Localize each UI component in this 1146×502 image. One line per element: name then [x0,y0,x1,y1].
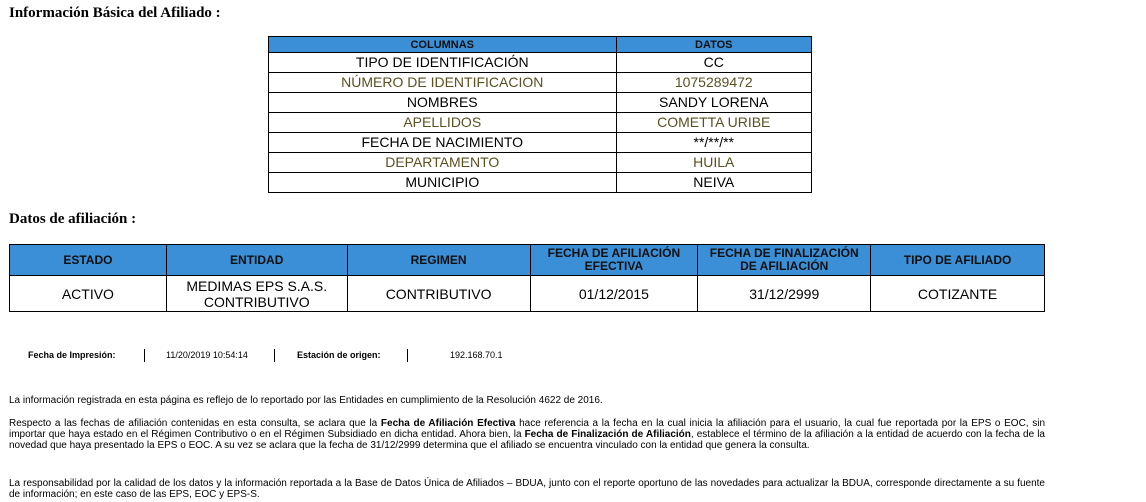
affiliation-header-row: ESTADO ENTIDAD REGIMEN FECHA DE AFILIACI… [9,244,1045,276]
basic-header-row: COLUMNAS DATOS [268,36,813,53]
field-label: MUNICIPIO [268,172,617,193]
field-label: APELLIDOS [268,112,617,133]
field-label: NÚMERO DE IDENTIFICACION [268,72,617,93]
footer-bold-term: Fecha de Finalización de Afiliación [524,429,691,440]
field-value: COMETTA URIBE [615,112,813,133]
print-date-label: Fecha de Impresión: [28,350,116,360]
fecha-afiliacion-cell: 01/12/2015 [529,275,699,312]
field-value: HUILA [615,152,813,173]
table-row: TIPO DE IDENTIFICACIÓN CC [268,52,813,73]
fecha-finalizacion-cell: 31/12/2999 [697,275,872,312]
divider [144,349,145,362]
col-header-fecha-afiliacion: FECHA DE AFILIACIÓN EFECTIVA [529,244,699,276]
tipo-afiliado-cell: COTIZANTE [870,275,1045,312]
field-value: 1075289472 [615,72,813,93]
footer-text: Respecto a las fechas de afiliación cont… [9,418,381,429]
col-header-fecha-finalizacion: FECHA DE FINALIZACIÓN DE AFILIACIÓN [697,244,872,276]
footer-note-dates: Respecto a las fechas de afiliación cont… [9,418,1045,451]
station-value: 192.168.70.1 [450,350,503,360]
basic-info-title: Información Básica del Afiliado : [9,5,221,21]
divider [274,349,275,362]
field-value: **/**/** [615,132,813,153]
footer-bold-term: Fecha de Afiliación Efectiva [380,418,516,429]
col-header-regimen: REGIMEN [346,244,531,276]
field-label: NOMBRES [268,92,617,113]
station-label: Estación de origen: [297,350,381,360]
print-date-value: 11/20/2019 10:54:14 [166,350,248,360]
field-value: SANDY LORENA [615,92,813,113]
field-value: CC [615,52,813,73]
table-row: MUNICIPIO NEIVA [268,172,813,193]
col-header-columnas: COLUMNAS [268,36,617,53]
field-label: TIPO DE IDENTIFICACIÓN [268,52,617,73]
field-label: DEPARTAMENTO [268,152,617,173]
regimen-cell: CONTRIBUTIVO [346,275,531,312]
table-row: FECHA DE NACIMIENTO **/**/** [268,132,813,153]
entidad-cell: MEDIMAS EPS S.A.S. CONTRIBUTIVO [165,275,348,312]
estado-cell: ACTIVO [9,275,167,312]
table-row: NOMBRES SANDY LORENA [268,92,813,113]
affiliation-title: Datos de afiliación : [9,211,137,227]
divider [407,349,408,362]
col-header-entidad: ENTIDAD [165,244,348,276]
table-row: APELLIDOS COMETTA URIBE [268,112,813,133]
basic-info-table: COLUMNAS DATOS TIPO DE IDENTIFICACIÓN CC… [268,36,813,193]
footer-note-responsibility: La responsabilidad por la calidad de los… [9,478,1045,500]
table-row: DEPARTAMENTO HUILA [268,152,813,173]
field-value: NEIVA [615,172,813,193]
col-header-datos: DATOS [615,36,813,53]
col-header-estado: ESTADO [9,244,167,276]
affiliation-table: ESTADO ENTIDAD REGIMEN FECHA DE AFILIACI… [9,244,1045,312]
table-row: ACTIVO MEDIMAS EPS S.A.S. CONTRIBUTIVO C… [9,275,1045,312]
footer-note-resolution: La información registrada en esta página… [9,395,603,406]
col-header-tipo-afiliado: TIPO DE AFILIADO [870,244,1045,276]
field-label: FECHA DE NACIMIENTO [268,132,617,153]
table-row: NÚMERO DE IDENTIFICACION 1075289472 [268,72,813,93]
